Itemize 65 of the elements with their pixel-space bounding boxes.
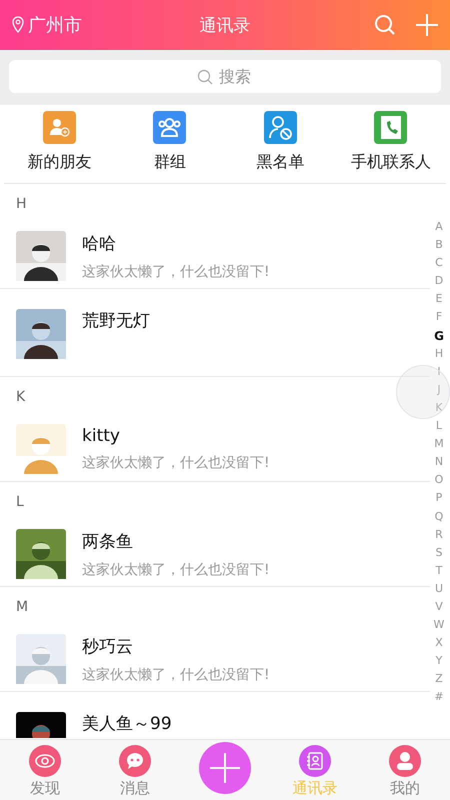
search-icon[interactable] [374, 14, 396, 36]
contact-name: 美人鱼～99 [82, 713, 172, 735]
add-button-icon[interactable] [198, 741, 252, 795]
contact-status: 这家伙太懒了，什么也没留下! [82, 454, 270, 472]
person-icon[interactable] [389, 745, 421, 777]
contact-name: 荒野无灯 [82, 310, 150, 332]
index-letter[interactable]: U [434, 580, 444, 598]
add-icon[interactable] [416, 14, 438, 36]
index-letter[interactable]: X [435, 634, 443, 652]
search-icon [197, 69, 213, 85]
index-letter[interactable]: A [435, 218, 443, 236]
index-letter[interactable]: V [435, 598, 443, 616]
touch-indicator [396, 365, 450, 419]
phone-book-icon[interactable] [374, 111, 408, 144]
tab-label[interactable]: 我的 [390, 779, 420, 798]
index-letter[interactable]: O [434, 471, 444, 490]
contact-status: 这家伙太懒了，什么也没留下! [82, 666, 270, 684]
index-letter[interactable]: Z [435, 670, 443, 688]
blocked-person-icon[interactable] [264, 111, 297, 144]
section-letter: K [16, 390, 26, 404]
group-icon[interactable] [153, 111, 186, 144]
chat-bubble-icon[interactable] [119, 745, 151, 777]
index-letter[interactable]: P [436, 489, 442, 508]
add-person-icon[interactable] [42, 111, 76, 144]
section-letter: H [16, 197, 27, 211]
tab-label[interactable]: 发现 [30, 779, 60, 798]
shortcut-label[interactable]: 群组 [154, 152, 186, 173]
index-letter[interactable]: L [436, 417, 442, 436]
index-letter[interactable]: W [434, 616, 444, 634]
contact-name: 哈哈 [82, 232, 117, 254]
index-letter[interactable]: B [435, 236, 443, 254]
contact-name: 秒巧云 [82, 636, 134, 658]
index-letter[interactable]: M [434, 435, 444, 454]
contact-card-icon[interactable] [299, 745, 331, 777]
contact-name: kitty [82, 426, 121, 446]
index-letter[interactable]: S [436, 544, 442, 562]
contact-status: 这家伙太懒了，什么也没留下! [82, 560, 270, 578]
location-pin-icon[interactable] [12, 16, 24, 34]
index-letter[interactable]: D [434, 272, 444, 290]
contact-name: 两条鱼 [82, 530, 134, 552]
tab-label[interactable]: 通讯录 [292, 779, 338, 798]
city-label[interactable]: 广州市 [28, 13, 82, 37]
tab-label[interactable]: 消息 [120, 779, 150, 798]
index-letter[interactable]: N [434, 453, 444, 472]
eye-icon[interactable] [29, 745, 61, 777]
shortcut-label[interactable]: 手机联系人 [350, 152, 431, 173]
index-letter[interactable]: C [435, 254, 443, 272]
index-letter[interactable]: T [436, 562, 442, 580]
index-letter[interactable]: Q [434, 508, 444, 526]
section-letter: M [16, 600, 28, 614]
index-letter[interactable]: J [437, 380, 441, 399]
index-letter[interactable]: R [435, 526, 443, 544]
page-title: 通讯录 [198, 14, 252, 36]
search-field[interactable]: 搜索 [9, 60, 441, 93]
section-letter: L [16, 495, 24, 509]
index-letter[interactable]: F [436, 308, 442, 327]
shortcut-label[interactable]: 黑名单 [256, 152, 304, 173]
contact-status: 这家伙太懒了，什么也没留下! [82, 262, 270, 280]
index-letter[interactable]: E [436, 290, 442, 308]
index-letter[interactable]: H [434, 344, 444, 363]
shortcut-label[interactable]: 新的朋友 [27, 152, 92, 173]
index-letter[interactable]: Y [436, 652, 442, 670]
index-letter[interactable]: K [435, 398, 443, 418]
index-letter[interactable]: G [434, 326, 444, 345]
index-letter[interactable]: # [434, 688, 444, 707]
